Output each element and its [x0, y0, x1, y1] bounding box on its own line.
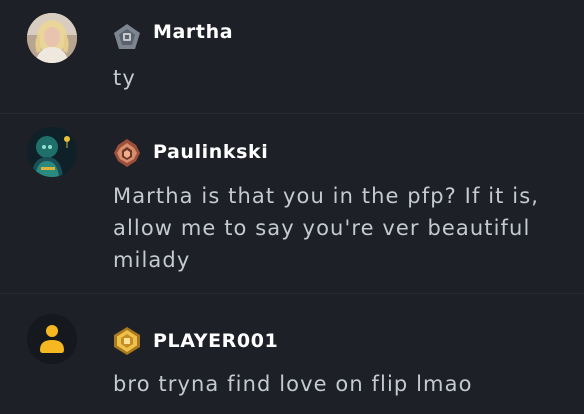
gold-rank-badge-icon — [114, 327, 140, 355]
chat-message: PLAYER001 bro tryna find love on flip lm… — [0, 294, 584, 414]
message-text: bro tryna find love on flip lmao — [113, 372, 473, 396]
user-avatar[interactable] — [27, 127, 77, 177]
chat-message: Paulinkski Martha is that you in the pfp… — [0, 114, 584, 292]
message-text: Martha is that you in the pfp? If it is,… — [113, 184, 540, 272]
username[interactable]: Martha — [153, 21, 233, 43]
bronze-rank-badge-icon — [114, 139, 140, 167]
pentagon-rank-badge-icon — [114, 24, 140, 49]
hooded-figure-avatar-icon — [27, 127, 77, 177]
chat-message: Martha ty — [0, 0, 584, 113]
rank-badge — [112, 22, 142, 52]
username[interactable]: PLAYER001 — [153, 330, 278, 352]
rank-badge — [112, 138, 142, 168]
username[interactable]: Paulinkski — [153, 141, 268, 163]
message-text: ty — [113, 66, 136, 90]
rank-badge — [112, 326, 142, 356]
user-avatar[interactable] — [27, 314, 77, 364]
user-avatar[interactable] — [27, 13, 77, 63]
chat-feed: Martha ty Paulinkski Martha is that you … — [0, 0, 584, 414]
woman-photo-avatar-icon — [27, 13, 77, 63]
default-user-avatar-icon — [27, 314, 77, 364]
